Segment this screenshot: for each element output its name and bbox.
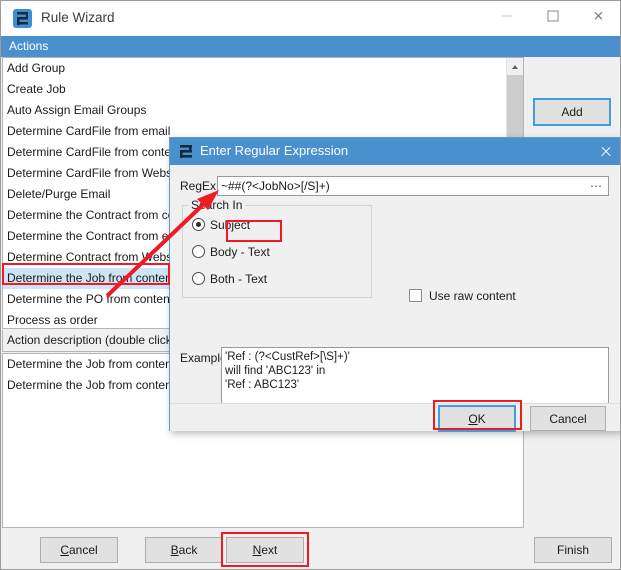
search-in-title: Search In — [188, 198, 246, 212]
radio-both-text-label: Both - Text — [210, 272, 268, 286]
maximize-button[interactable] — [530, 1, 575, 31]
radio-body-text-label: Body - Text — [210, 245, 270, 259]
radio-body-text[interactable]: Body - Text — [192, 244, 270, 260]
use-raw-content-label: Use raw content — [429, 289, 516, 303]
radio-both-text[interactable]: Both - Text — [192, 271, 267, 287]
dialog-titlebar: Enter Regular Expression — [170, 138, 620, 165]
dialog-cancel-button[interactable]: Cancel — [530, 406, 606, 431]
examples-textbox[interactable]: 'Ref : (?<CustRef>[\S]+)' will find 'ABC… — [221, 347, 609, 410]
regex-label: RegEx — [180, 179, 217, 193]
ok-button[interactable]: OK — [438, 405, 516, 432]
minimize-icon — [501, 15, 512, 17]
cancel-label-rest: ancel — [68, 543, 98, 557]
ok-accel: O — [468, 411, 478, 426]
cancel-accel: C — [60, 543, 69, 557]
cancel-button[interactable]: Cancel — [40, 537, 118, 563]
dialog-title: Enter Regular Expression — [200, 143, 349, 158]
rule-wizard-window: Rule Wizard ✕ Actions Add Group Create Jo… — [0, 0, 621, 570]
maximize-icon — [547, 10, 558, 22]
scroll-up-arrow-icon[interactable] — [507, 58, 523, 75]
actions-header-label: Actions — [9, 39, 49, 53]
ok-label-rest: K — [477, 411, 486, 426]
back-label-rest: ack — [178, 543, 198, 557]
finish-button[interactable]: Finish — [534, 537, 612, 563]
next-button[interactable]: Next — [226, 537, 304, 563]
actions-list-item[interactable]: Create Job — [3, 79, 523, 100]
minimize-button[interactable] — [484, 1, 529, 31]
dialog-body: RegEx ⋯ Search In Subject Body - Text Bo… — [170, 165, 620, 410]
actions-list-item[interactable]: Add Group — [3, 58, 523, 79]
use-raw-content-checkbox[interactable]: Use raw content — [409, 288, 516, 304]
app-icon — [13, 9, 32, 28]
enter-regular-expression-dialog: Enter Regular Expression RegEx ⋯ Search … — [169, 137, 620, 432]
window-title: Rule Wizard — [41, 10, 115, 25]
regex-input[interactable] — [217, 176, 609, 196]
app-icon — [179, 144, 193, 158]
back-button[interactable]: Back — [145, 537, 223, 563]
window-titlebar: Rule Wizard ✕ — [1, 1, 620, 36]
close-button[interactable]: ✕ — [576, 1, 620, 31]
actions-list-item[interactable]: Auto Assign Email Groups — [3, 100, 523, 121]
close-icon: ✕ — [593, 8, 604, 24]
radio-subject[interactable]: Subject — [192, 217, 250, 233]
back-accel: B — [170, 543, 179, 557]
dialog-close-icon[interactable] — [595, 141, 617, 162]
next-label-rest: ext — [261, 543, 278, 557]
actions-header: Actions — [1, 36, 620, 57]
add-button[interactable]: Add — [533, 98, 611, 126]
radio-subject-label: Subject — [210, 218, 251, 232]
